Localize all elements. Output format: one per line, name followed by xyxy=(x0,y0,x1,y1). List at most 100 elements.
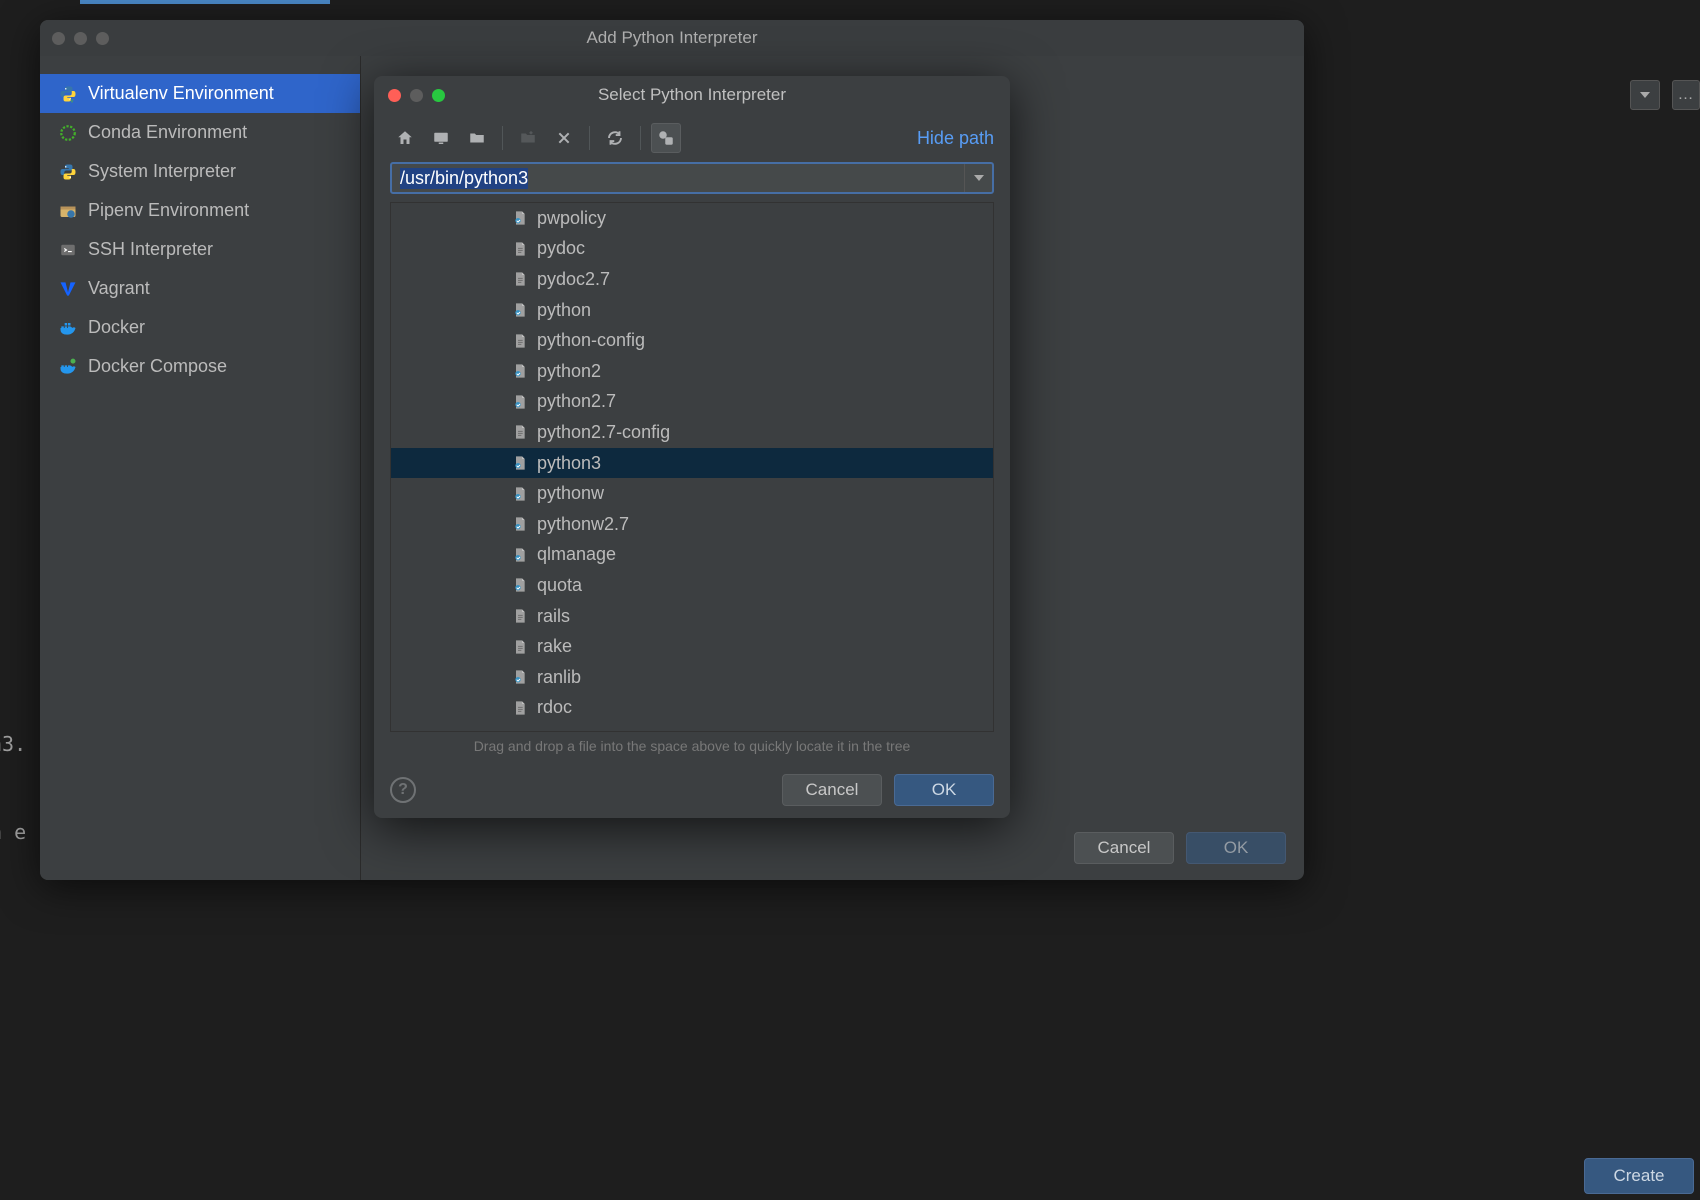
sidebar-label: SSH Interpreter xyxy=(88,239,213,260)
file-name: python2.7 xyxy=(537,391,616,412)
home-icon[interactable] xyxy=(390,123,420,153)
file-name: pythonw2.7 xyxy=(537,514,629,535)
hide-path-link[interactable]: Hide path xyxy=(917,128,994,149)
delete-icon[interactable] xyxy=(549,123,579,153)
file-icon xyxy=(511,607,529,625)
pipenv-icon xyxy=(58,201,78,221)
file-icon xyxy=(511,668,529,686)
file-item[interactable]: qlmanage xyxy=(391,540,993,571)
close-icon[interactable] xyxy=(388,89,401,102)
front-traffic-lights[interactable] xyxy=(388,89,445,102)
sidebar-item-pipenv-environment[interactable]: Pipenv Environment xyxy=(40,191,360,230)
sidebar-item-system-interpreter[interactable]: System Interpreter xyxy=(40,152,360,191)
close-dot-icon[interactable] xyxy=(52,32,65,45)
file-item[interactable]: rake xyxy=(391,631,993,662)
docker-compose-icon xyxy=(58,357,78,377)
file-item[interactable]: pythonw xyxy=(391,478,993,509)
sidebar-label: Docker xyxy=(88,317,145,338)
ssh-icon xyxy=(58,240,78,260)
sidebar-label: Pipenv Environment xyxy=(88,200,249,221)
file-item[interactable]: pythonw2.7 xyxy=(391,509,993,540)
interpreter-more-button[interactable]: … xyxy=(1672,80,1700,110)
project-folder-icon[interactable] xyxy=(462,123,492,153)
file-item[interactable]: python3 xyxy=(391,448,993,479)
conda-icon xyxy=(58,123,78,143)
new-folder-icon xyxy=(513,123,543,153)
sidebar-item-docker-compose[interactable]: Docker Compose xyxy=(40,347,360,386)
sidebar-item-ssh-interpreter[interactable]: SSH Interpreter xyxy=(40,230,360,269)
file-icon xyxy=(511,576,529,594)
file-name: rake xyxy=(537,636,572,657)
parent-traffic-lights[interactable] xyxy=(52,32,109,45)
file-item[interactable]: pydoc xyxy=(391,234,993,265)
sidebar-label: Virtualenv Environment xyxy=(88,83,274,104)
file-name: qlmanage xyxy=(537,544,616,565)
sidebar-item-virtualenv-environment[interactable]: v Virtualenv Environment xyxy=(40,74,360,113)
file-item[interactable]: pwpolicy xyxy=(391,203,993,234)
file-icon xyxy=(511,270,529,288)
file-name: pydoc2.7 xyxy=(537,269,610,290)
parent-ok-button[interactable]: OK xyxy=(1186,832,1286,864)
sidebar-label: Docker Compose xyxy=(88,356,227,377)
path-input[interactable] xyxy=(392,164,964,192)
minimize-dot-icon[interactable] xyxy=(74,32,87,45)
docker-icon xyxy=(58,318,78,338)
file-name: python2.7-config xyxy=(537,422,670,443)
file-icon xyxy=(511,638,529,656)
parent-title: Add Python Interpreter xyxy=(52,28,1292,48)
interpreter-type-sidebar: v Virtualenv Environment Conda Environment… xyxy=(40,56,360,880)
file-icon xyxy=(511,332,529,350)
help-icon[interactable]: ? xyxy=(390,777,416,803)
sidebar-item-docker[interactable]: Docker xyxy=(40,308,360,347)
interpreter-combo-dropdown[interactable] xyxy=(1630,80,1660,110)
create-button[interactable]: Create xyxy=(1584,1158,1694,1194)
minimize-icon[interactable] xyxy=(410,89,423,102)
file-icon xyxy=(511,454,529,472)
file-name: pythonw xyxy=(537,483,604,504)
separator xyxy=(502,126,503,150)
path-history-dropdown[interactable] xyxy=(964,164,992,192)
separator xyxy=(589,126,590,150)
desktop-icon[interactable] xyxy=(426,123,456,153)
file-item[interactable]: python xyxy=(391,295,993,326)
file-item[interactable]: python2.7 xyxy=(391,387,993,418)
path-input-wrap xyxy=(390,162,994,194)
editor-code-snippet: n3. h e xyxy=(0,700,26,876)
file-name: rails xyxy=(537,606,570,627)
file-item[interactable]: rdoc xyxy=(391,693,993,724)
select-interpreter-dialog: Select Python Interpreter Hide path xyxy=(374,76,1010,818)
file-item[interactable]: pydoc2.7 xyxy=(391,264,993,295)
file-name: ranlib xyxy=(537,667,581,688)
file-item[interactable]: python2 xyxy=(391,356,993,387)
file-icon xyxy=(511,546,529,564)
file-item[interactable]: python2.7-config xyxy=(391,417,993,448)
python-v-icon: v xyxy=(58,84,78,104)
file-icon xyxy=(511,393,529,411)
vagrant-icon xyxy=(58,279,78,299)
file-item[interactable]: ranlib xyxy=(391,662,993,693)
file-icon xyxy=(511,423,529,441)
show-hidden-icon[interactable] xyxy=(651,123,681,153)
maximize-icon[interactable] xyxy=(432,89,445,102)
file-icon xyxy=(511,209,529,227)
sidebar-item-vagrant[interactable]: Vagrant xyxy=(40,269,360,308)
cancel-button[interactable]: Cancel xyxy=(782,774,882,806)
front-title: Select Python Interpreter xyxy=(386,85,998,105)
file-name: python xyxy=(537,300,591,321)
file-tree[interactable]: pwpolicypydoc pydoc2.7 python python-config… xyxy=(390,202,994,732)
maximize-dot-icon[interactable] xyxy=(96,32,109,45)
file-item[interactable]: python-config xyxy=(391,325,993,356)
file-item[interactable]: rails xyxy=(391,601,993,632)
refresh-icon[interactable] xyxy=(600,123,630,153)
file-icon xyxy=(511,699,529,717)
sidebar-item-conda-environment[interactable]: Conda Environment xyxy=(40,113,360,152)
ok-button[interactable]: OK xyxy=(894,774,994,806)
svg-text:v: v xyxy=(70,97,74,103)
front-titlebar: Select Python Interpreter xyxy=(374,76,1010,114)
file-name: rdoc xyxy=(537,697,572,718)
file-icon xyxy=(511,515,529,533)
file-item[interactable]: quota xyxy=(391,570,993,601)
file-name: quota xyxy=(537,575,582,596)
parent-cancel-button[interactable]: Cancel xyxy=(1074,832,1174,864)
sidebar-label: System Interpreter xyxy=(88,161,236,182)
